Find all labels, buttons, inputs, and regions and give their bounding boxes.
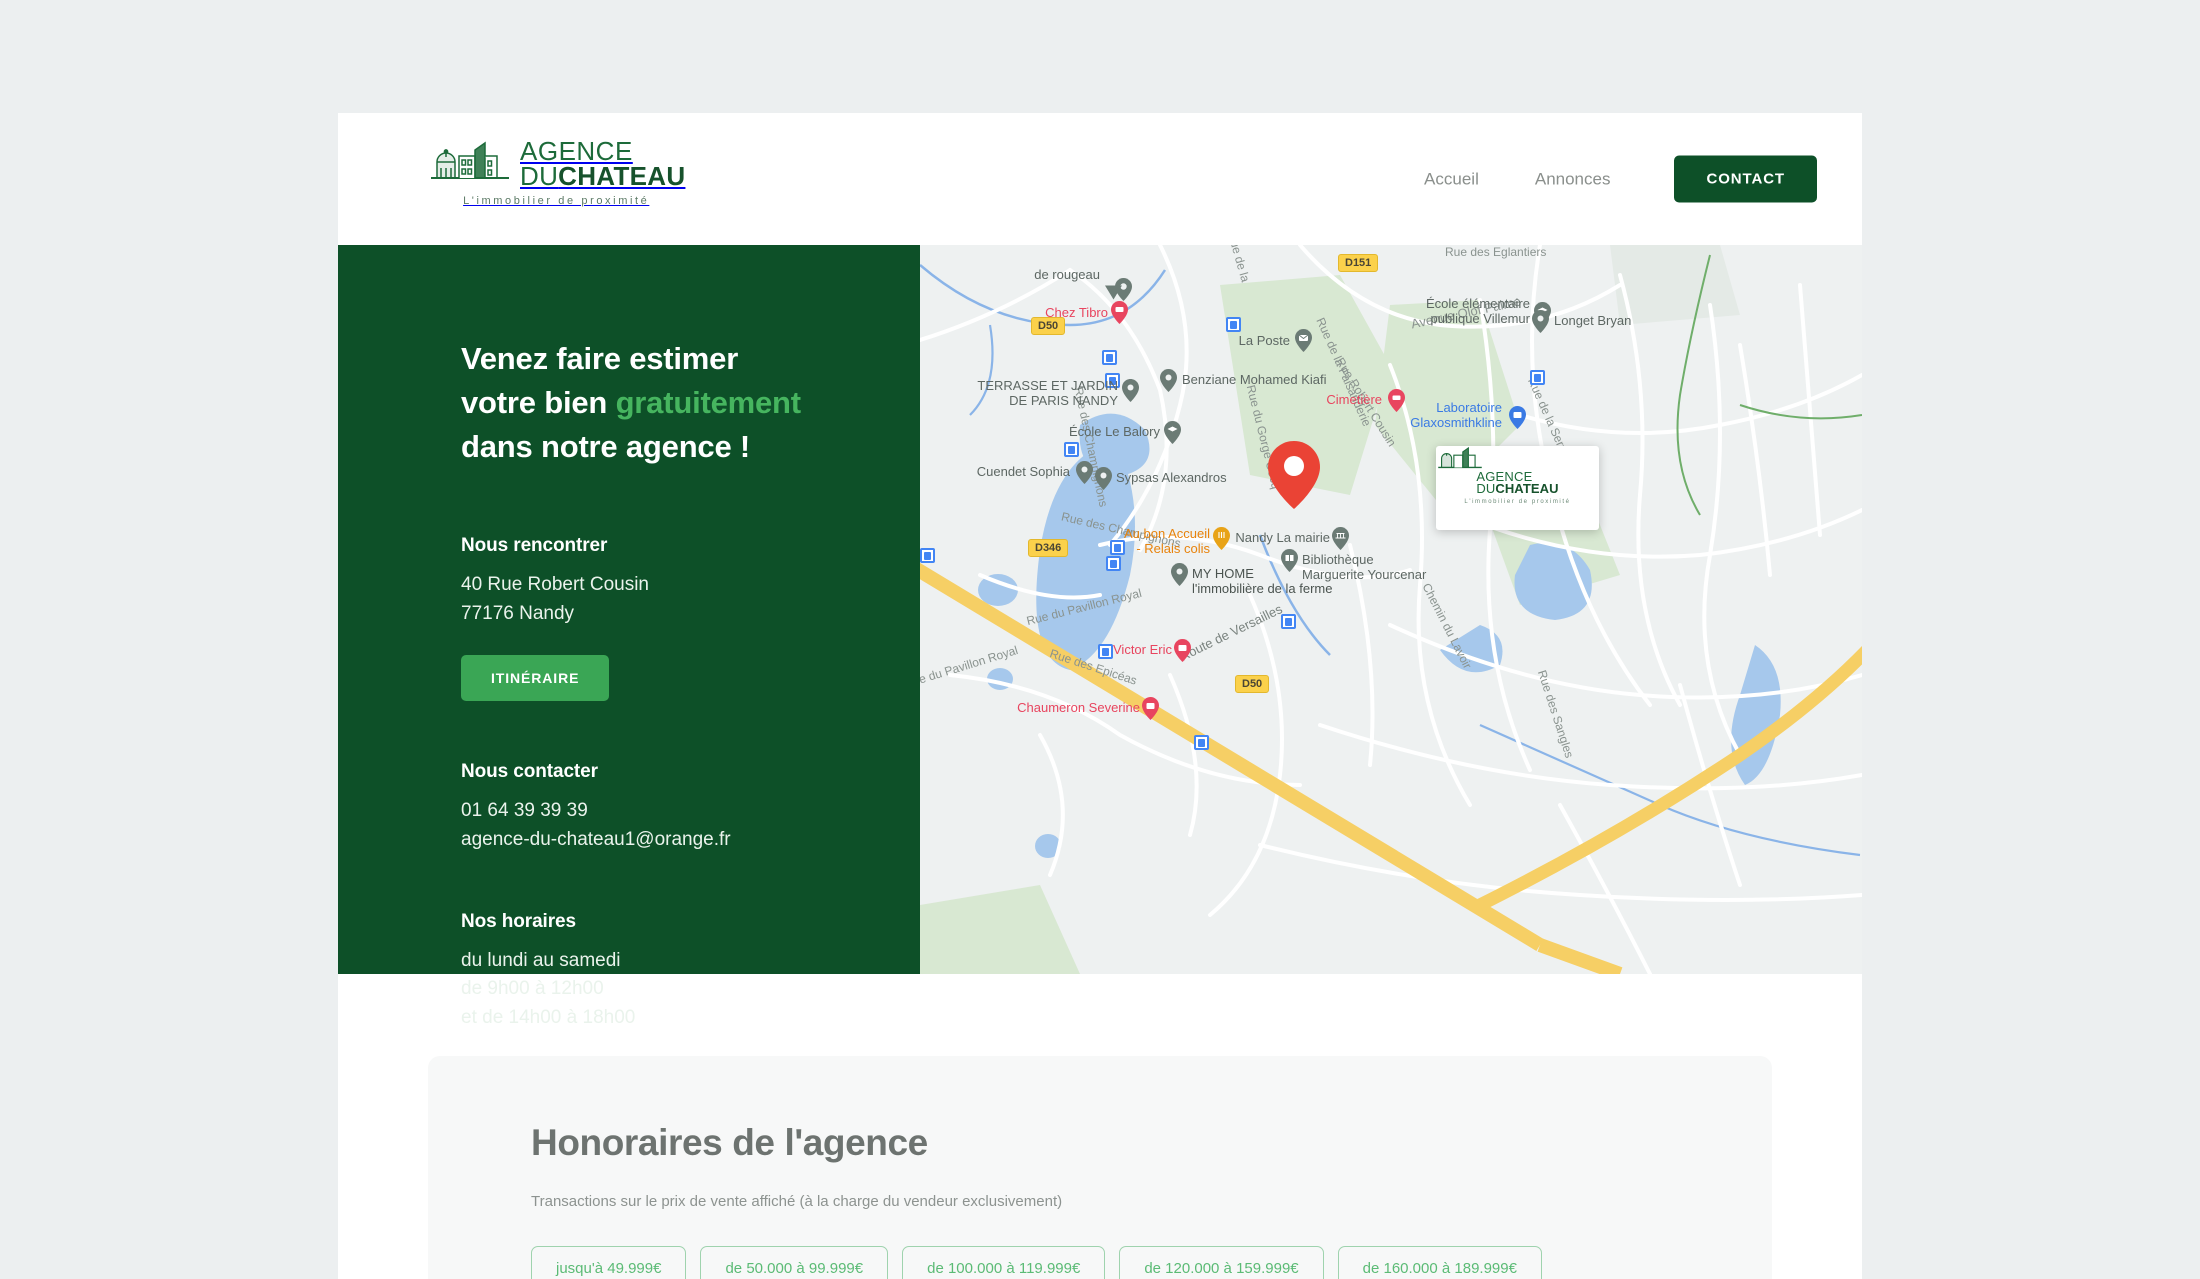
bus-stop-icon — [1105, 373, 1120, 388]
bus-stop-icon — [1106, 556, 1121, 571]
map-pin-chaumeron-severine — [1142, 697, 1159, 720]
hero-heading: Venez faire estimer votre bien gratuitem… — [461, 337, 881, 469]
opening-hours-block: Nos horaires du lundi au samedi de 9h00 … — [461, 911, 920, 1034]
hero-heading-highlight: gratuitement — [616, 385, 801, 420]
fees-subtitle: Transactions sur le prix de vente affich… — [531, 1191, 1669, 1214]
site-header: AGENCE DUCHATEAU L'immobilier de proximi… — [338, 113, 1862, 245]
contact-details: 01 64 39 39 39 agence-du-chateau1@orange… — [461, 797, 920, 855]
map-pin-bibliotheque — [1281, 549, 1298, 572]
map-pin-longet-bryan — [1532, 310, 1549, 333]
agency-info-card[interactable]: AGENCE DUCHATEAU L'immobilier de proximi… — [1436, 446, 1599, 530]
price-range-1[interactable]: de 50.000 à 99.999€ — [700, 1246, 888, 1279]
logo-text: AGENCE DUCHATEAU — [520, 139, 685, 188]
logo-line2: DUCHATEAU — [520, 164, 685, 189]
map-pin-la-poste — [1295, 329, 1312, 352]
route-shield-d346: D346 — [1028, 539, 1068, 557]
map-pin-nandy-mairie — [1332, 527, 1349, 550]
agency-address: 40 Rue Robert Cousin 77176 Nandy — [461, 571, 920, 629]
route-shield-d151: D151 — [1338, 254, 1378, 272]
email-address[interactable]: agence-du-chateau1@orange.fr — [461, 829, 731, 850]
logo-tagline: L'immobilier de proximité — [463, 195, 649, 207]
map-pin-terrasse-jardin — [1122, 379, 1139, 402]
info-card-line2: DUCHATEAU — [1476, 483, 1558, 495]
map-pin-my-home — [1171, 563, 1188, 586]
meet-us-title: Nous rencontrer — [461, 535, 920, 557]
map-pin-ecole-balory — [1164, 421, 1181, 444]
map-pin-chez-tibro — [1111, 301, 1128, 324]
nav-item-annonces[interactable]: Annonces — [1507, 169, 1639, 189]
site-container: AGENCE DUCHATEAU L'immobilier de proximi… — [338, 113, 1862, 1279]
hours-line3: et de 14h00 à 18h00 — [461, 1007, 635, 1028]
map-pin-sypsas-alexandros — [1095, 467, 1112, 490]
bus-stop-icon — [1102, 350, 1117, 365]
page-root: AGENCE DUCHATEAU L'immobilier de proximi… — [0, 0, 2200, 1279]
fees-title: Honoraires de l'agence — [531, 1122, 1669, 1164]
bus-stop-icon — [920, 548, 935, 563]
agency-location-pin[interactable] — [1268, 441, 1320, 509]
map-pin-benziane — [1160, 369, 1177, 392]
main-navigation: Accueil Annonces CONTACT — [1396, 156, 1817, 203]
price-range-2[interactable]: de 100.000 à 119.999€ — [902, 1246, 1105, 1279]
info-card-logo: AGENCE DUCHATEAU — [1476, 471, 1558, 496]
hero-heading-line1: Venez faire estimer — [461, 341, 738, 376]
location-map[interactable]: D50 D151 D346 D50 Rue de la Rue de la Fa… — [920, 245, 1862, 974]
logo: AGENCE DUCHATEAU — [427, 139, 685, 188]
bus-stop-icon — [1226, 317, 1241, 332]
bus-stop-icon — [1098, 644, 1113, 659]
route-shield-d50: D50 — [1031, 317, 1065, 335]
address-line1: 40 Rue Robert Cousin — [461, 574, 649, 595]
contact-button[interactable]: CONTACT — [1674, 156, 1817, 203]
map-pin-au-bon-accueil — [1213, 527, 1230, 550]
hero-heading-line3: dans notre agence ! — [461, 429, 750, 464]
bus-stop-icon — [1064, 442, 1079, 457]
map-pin-cimetiere — [1388, 389, 1405, 412]
phone-number[interactable]: 01 64 39 39 39 — [461, 800, 588, 821]
bus-stop-icon — [1110, 540, 1125, 555]
price-range-0[interactable]: jusqu'à 49.999€ — [531, 1246, 686, 1279]
chateau-building-icon — [427, 140, 513, 187]
map-pin-laboratoire — [1509, 406, 1526, 429]
nav-item-accueil[interactable]: Accueil — [1396, 169, 1507, 189]
meet-us-block: Nous rencontrer 40 Rue Robert Cousin 771… — [461, 535, 920, 701]
opening-hours-details: du lundi au samedi de 9h00 à 12h00 et de… — [461, 947, 920, 1034]
opening-hours-title: Nos horaires — [461, 911, 920, 933]
info-card-tagline: L'immobilier de proximité — [1464, 499, 1570, 505]
agency-info-panel: Venez faire estimer votre bien gratuitem… — [338, 245, 920, 974]
map-canvas — [920, 245, 1862, 974]
bus-stop-icon — [1281, 614, 1296, 629]
fees-card: Honoraires de l'agence Transactions sur … — [428, 1056, 1772, 1279]
route-shield-d50-south: D50 — [1235, 675, 1269, 693]
bus-stop-icon — [1530, 370, 1545, 385]
chateau-building-icon — [1436, 446, 1484, 470]
agency-info-card-content: AGENCE DUCHATEAU L'immobilier de proximi… — [1464, 471, 1570, 506]
hours-line1: du lundi au samedi — [461, 950, 621, 971]
logo-link[interactable]: AGENCE DUCHATEAU L'immobilier de proximi… — [427, 139, 685, 207]
bus-stop-icon — [1194, 735, 1209, 750]
info-card-logo-text: AGENCE DUCHATEAU — [1476, 471, 1558, 496]
price-range-3[interactable]: de 120.000 à 159.999€ — [1119, 1246, 1323, 1279]
hero-heading-line2-prefix: votre bien — [461, 385, 616, 420]
price-range-list: jusqu'à 49.999€ de 50.000 à 99.999€ de 1… — [531, 1246, 1669, 1279]
hero-section: Venez faire estimer votre bien gratuitem… — [338, 245, 1862, 974]
address-line2: 77176 Nandy — [461, 603, 574, 624]
map-pin-victor-eric — [1174, 639, 1191, 662]
price-range-4[interactable]: de 160.000 à 189.999€ — [1338, 1246, 1542, 1279]
contact-us-title: Nous contacter — [461, 761, 920, 783]
hours-line2: de 9h00 à 12h00 — [461, 978, 604, 999]
contact-us-block: Nous contacter 01 64 39 39 39 agence-du-… — [461, 761, 920, 855]
map-pin-cuendet-sophia — [1076, 461, 1093, 484]
itinerary-button[interactable]: ITINÉRAIRE — [461, 655, 609, 701]
